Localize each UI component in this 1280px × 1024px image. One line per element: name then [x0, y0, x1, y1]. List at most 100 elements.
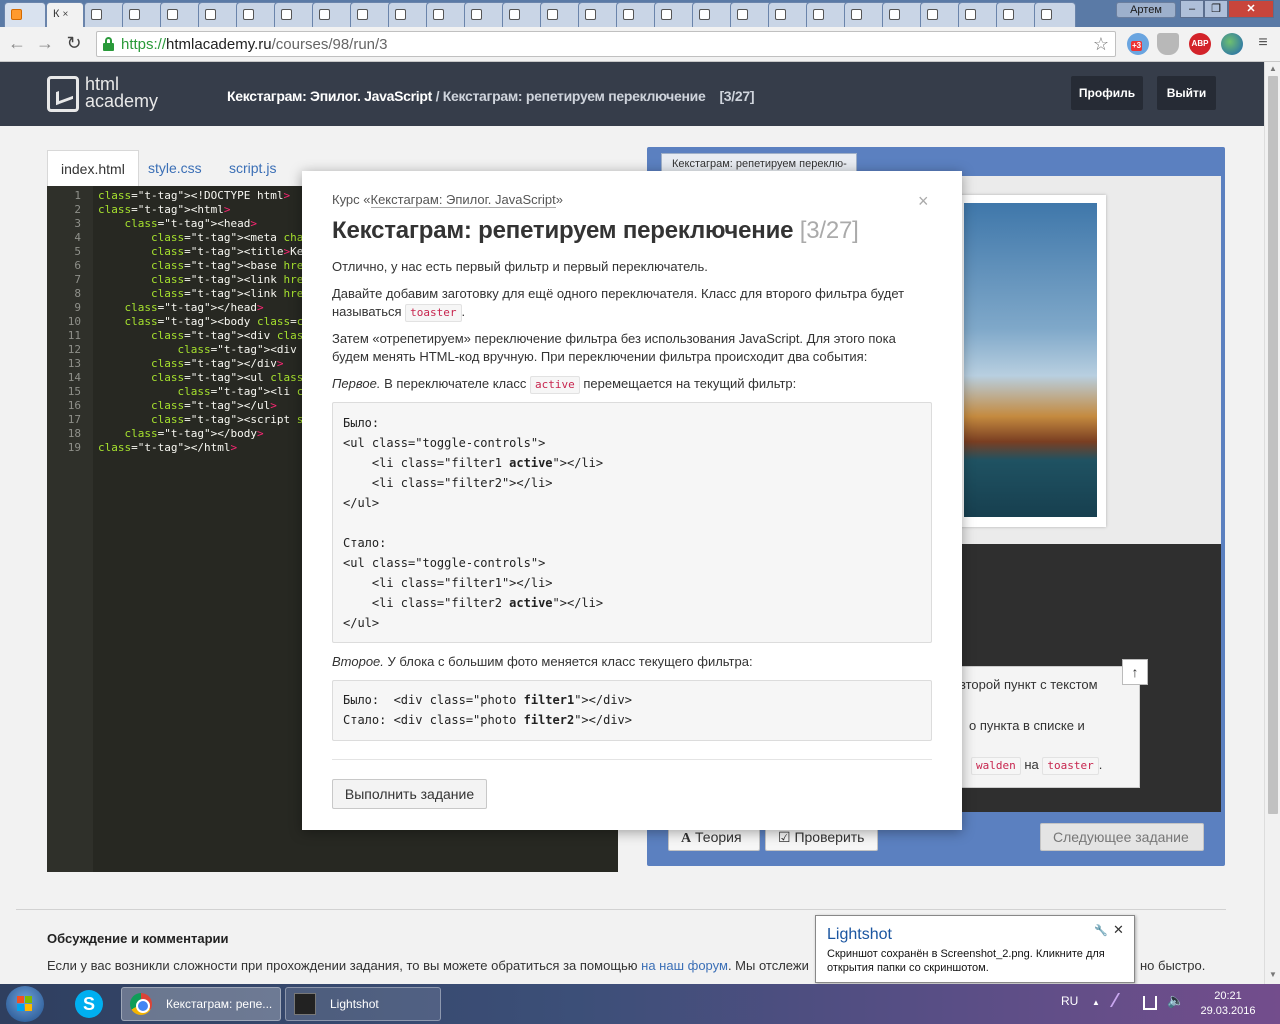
- collapse-arrow-button[interactable]: ↑: [1122, 659, 1148, 685]
- browser-tab[interactable]: [996, 2, 1038, 27]
- adblock-plus-icon[interactable]: ABP: [1189, 33, 1211, 55]
- browser-tab[interactable]: [768, 2, 810, 27]
- logo-text: html academy: [85, 75, 159, 111]
- modal-course-link[interactable]: Кекстаграм: Эпилог. JavaScript: [370, 192, 556, 208]
- next-task-button[interactable]: Следующее задание: [1040, 823, 1204, 851]
- browser-tab[interactable]: [540, 2, 582, 27]
- tab-favicon-icon: [167, 8, 178, 20]
- browser-tab[interactable]: [236, 2, 278, 27]
- browser-tab[interactable]: [84, 2, 126, 27]
- logo-line-2: academy: [85, 91, 159, 111]
- browser-tab[interactable]: [730, 2, 772, 27]
- start-task-button[interactable]: Выполнить задание: [332, 779, 487, 809]
- window-restore-button[interactable]: ❐: [1204, 0, 1228, 18]
- chrome-menu-icon[interactable]: ≡: [1252, 32, 1274, 54]
- tab-close-icon[interactable]: ×: [62, 9, 68, 20]
- browser-tab[interactable]: [502, 2, 544, 27]
- browser-tab-active[interactable]: К ×: [46, 2, 84, 27]
- line-code: class="t-tag"></body>: [124, 427, 264, 440]
- line-number: 8: [74, 287, 81, 300]
- scroll-up-icon[interactable]: ▲: [1265, 62, 1280, 76]
- browser-tab[interactable]: [274, 2, 316, 27]
- browser-tab[interactable]: [122, 2, 164, 27]
- browser-tab[interactable]: [654, 2, 696, 27]
- window-user-label[interactable]: Артем: [1116, 2, 1176, 18]
- lightshot-tray-icon[interactable]: [1109, 993, 1133, 1007]
- browser-tab[interactable]: [312, 2, 354, 27]
- task-code-to: toaster: [1042, 757, 1099, 775]
- scroll-thumb[interactable]: [1268, 76, 1278, 814]
- browser-tab[interactable]: [882, 2, 924, 27]
- task-on: на: [1024, 757, 1039, 772]
- modal-course-suffix: »: [555, 192, 563, 207]
- bookmark-star-icon[interactable]: ☆: [1093, 34, 1109, 55]
- modal-paragraph-5-em: Второе.: [332, 654, 384, 669]
- browser-tab[interactable]: [1034, 2, 1076, 27]
- line-number: 7: [74, 273, 81, 286]
- tab-index-html[interactable]: index.html: [47, 150, 139, 187]
- browser-tab[interactable]: [160, 2, 202, 27]
- line-number: 14: [67, 371, 81, 384]
- browser-tab[interactable]: [920, 2, 962, 27]
- browser-tab[interactable]: [464, 2, 506, 27]
- window-minimize-button[interactable]: –: [1180, 0, 1204, 18]
- browser-tab[interactable]: [426, 2, 468, 27]
- network-icon[interactable]: [1143, 996, 1157, 1010]
- browser-tab[interactable]: [198, 2, 240, 27]
- page-scrollbar[interactable]: ▲ ▼: [1264, 62, 1280, 986]
- forward-icon[interactable]: →: [34, 32, 56, 54]
- browser-tab[interactable]: [616, 2, 658, 27]
- discussion-text-part-2: . Мы отслежи: [727, 958, 809, 973]
- browser-tab[interactable]: [806, 2, 848, 27]
- shield-extension-icon[interactable]: [1157, 33, 1179, 55]
- code-line: Стало:: [343, 536, 387, 550]
- window-close-button[interactable]: ✕: [1228, 0, 1274, 18]
- modal-paragraph-4-em: Первое.: [332, 376, 381, 391]
- settings-icon[interactable]: 🔧: [1094, 924, 1108, 937]
- reload-icon[interactable]: ↻: [63, 32, 85, 54]
- tab-style-css[interactable]: style.css: [135, 150, 215, 187]
- language-indicator[interactable]: RU: [1061, 994, 1078, 1008]
- code-line: <li class="filter2"></li>: [343, 476, 553, 490]
- code-line: Стало: <div class="photo filter2"></div>: [343, 713, 632, 727]
- breadcrumb-course[interactable]: Кекстаграм: Эпилог. JavaScript: [227, 88, 432, 104]
- lightshot-notification[interactable]: Lightshot Скриншот сохранён в Screenshot…: [815, 915, 1135, 983]
- code-example-2: Было: <div class="photo filter1"></div> …: [332, 680, 932, 741]
- browser-tab[interactable]: [578, 2, 620, 27]
- globe-extension-icon[interactable]: [1221, 33, 1243, 55]
- forum-link[interactable]: на наш форум: [641, 958, 728, 973]
- close-icon[interactable]: ×: [918, 191, 929, 212]
- system-clock[interactable]: 20:21 29.03.2016: [1196, 989, 1260, 1019]
- profile-button[interactable]: Профиль: [1071, 76, 1143, 110]
- code-line: </ul>: [343, 616, 380, 630]
- logout-button[interactable]: Выйти: [1157, 76, 1216, 110]
- tab-favicon-icon: [965, 8, 976, 20]
- line-number: 19: [67, 441, 81, 454]
- browser-tab[interactable]: [388, 2, 430, 27]
- line-number: 3: [74, 217, 81, 230]
- tab-script-js[interactable]: script.js: [216, 150, 289, 187]
- start-button[interactable]: [6, 986, 44, 1022]
- modal-paragraph-2: Давайте добавим заготовку для ещё одного…: [332, 285, 932, 322]
- tray-expand-icon[interactable]: ▲: [1092, 998, 1100, 1007]
- check-icon: ☑: [778, 829, 791, 845]
- code-line: <ul class="toggle-controls">: [343, 436, 546, 450]
- taskbar-chrome[interactable]: Кекстаграм: репе...: [121, 987, 281, 1021]
- address-bar[interactable]: https://htmlacademy.ru/courses/98/run/3 …: [96, 31, 1116, 57]
- browser-tab[interactable]: [692, 2, 734, 27]
- htmlacademy-logo[interactable]: html academy: [47, 75, 167, 116]
- scroll-down-icon[interactable]: ▼: [1265, 968, 1280, 982]
- volume-icon[interactable]: 🔈: [1167, 992, 1184, 1009]
- browser-tab[interactable]: [350, 2, 392, 27]
- browser-tab[interactable]: [958, 2, 1000, 27]
- back-icon[interactable]: ←: [6, 32, 28, 54]
- browser-tab[interactable]: [4, 2, 46, 27]
- url-scheme: https://: [121, 36, 167, 53]
- code-line: Было: <div class="photo filter1"></div>: [343, 693, 632, 707]
- taskbar-lightshot[interactable]: Lightshot: [285, 987, 441, 1021]
- weather-extension-icon[interactable]: +3: [1127, 33, 1149, 55]
- browser-tab[interactable]: [844, 2, 886, 27]
- chrome-icon: [130, 993, 152, 1015]
- skype-icon[interactable]: S: [75, 990, 103, 1018]
- close-icon[interactable]: ✕: [1113, 922, 1124, 938]
